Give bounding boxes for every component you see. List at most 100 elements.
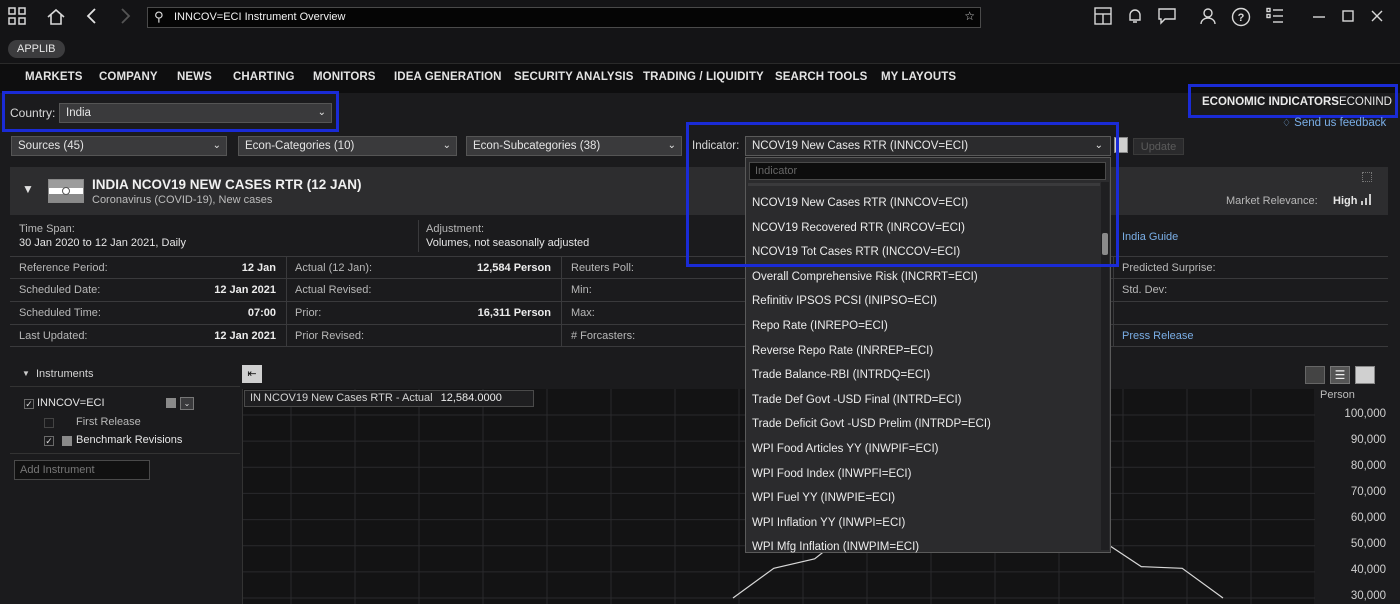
instruments-collapse-icon[interactable]: ▼ (22, 369, 30, 378)
indicator-option[interactable]: Trade Balance-RBI (INTRDQ=ECI) (752, 369, 930, 381)
last-updated-value: 12 Jan 2021 (214, 330, 276, 342)
y-tick-label: 70,000 (1350, 486, 1386, 498)
press-release-link[interactable]: Press Release (1122, 330, 1194, 342)
highlight-country (2, 91, 339, 132)
chevron-down-icon: ⌄ (667, 140, 676, 151)
indicator-option[interactable]: WPI Inflation YY (INWPI=ECI) (752, 517, 905, 529)
nav-idea-generation[interactable]: IDEA GENERATION (394, 71, 502, 83)
update-button[interactable]: Update (1133, 138, 1184, 155)
chart-view-icon[interactable] (1355, 366, 1375, 384)
back-icon[interactable] (81, 7, 103, 29)
instruments-heading: Instruments (36, 368, 94, 380)
benchmark-color-swatch[interactable] (62, 436, 72, 446)
nav-markets[interactable]: MARKETS (25, 71, 83, 83)
first-release-label: First Release (76, 416, 141, 428)
prior-revised-label: Prior Revised: (295, 330, 365, 342)
predicted-surprise-label: Predicted Surprise: (1122, 262, 1216, 274)
market-relevance-label: Market Relevance: (1226, 195, 1318, 207)
menu-list-icon[interactable] (1264, 7, 1286, 29)
user-profile-icon[interactable] (1197, 7, 1219, 29)
scheduled-time-value: 07:00 (247, 307, 276, 319)
nav-company[interactable]: COMPANY (99, 71, 158, 83)
nav-news[interactable]: NEWS (177, 71, 212, 83)
applib-button[interactable]: APPLIB (8, 40, 65, 58)
command-search-box[interactable]: ⚲ INNCOV=ECI Instrument Overview ☆ (147, 7, 981, 28)
forecasters-label: # Forcasters: (571, 330, 636, 342)
notifications-bell-icon[interactable] (1124, 7, 1146, 29)
nav-trading-liquidity[interactable]: TRADING / LIQUIDITY (643, 71, 764, 83)
econ-subcategories-select[interactable]: Econ-Subcategories (38) ⌄ (466, 136, 682, 156)
adjustment-label: Adjustment: (426, 223, 485, 235)
chevron-down-icon: ⌄ (442, 140, 451, 151)
applib-bar (0, 36, 1400, 64)
collapse-toggle-icon[interactable]: ▼ (22, 182, 34, 196)
nav-monitors[interactable]: MONITORS (313, 71, 376, 83)
reuters-poll-label: Reuters Poll: (571, 262, 634, 274)
benchmark-revisions-label: Benchmark Revisions (76, 434, 183, 446)
nav-security-analysis[interactable]: SECURITY ANALYSIS (514, 71, 634, 83)
feedback-icon: ♢ (1282, 118, 1291, 129)
indicator-option[interactable]: Trade Def Govt -USD Final (INTRD=ECI) (752, 394, 962, 406)
home-icon[interactable] (45, 7, 67, 29)
indicator-option[interactable]: Overall Comprehensive Risk (INCRRT=ECI) (752, 271, 978, 283)
y-tick-label: 90,000 (1350, 434, 1386, 446)
help-icon[interactable]: ? (1230, 7, 1252, 29)
inncov-checkbox[interactable]: ✓ (24, 399, 34, 409)
table-view-icon[interactable]: ☰ (1330, 366, 1350, 384)
add-instrument-input[interactable]: Add Instrument (14, 460, 150, 480)
instrument-ric: INNCOV=ECI (37, 397, 105, 409)
series-options-icon[interactable]: ⌄ (180, 397, 194, 410)
highlight-indicator (686, 122, 1119, 267)
nav-search-tools[interactable]: SEARCH TOOLS (775, 71, 867, 83)
tooltip-series: IN NCOV19 New Cases RTR - Actual (250, 392, 433, 404)
favorite-star-icon[interactable]: ☆ (964, 9, 975, 23)
sources-value: Sources (45) (18, 140, 84, 152)
expand-icon[interactable] (1362, 172, 1372, 182)
indicator-option[interactable]: Repo Rate (INREPO=ECI) (752, 320, 888, 332)
first-release-checkbox[interactable] (44, 418, 54, 428)
econ-subcategories-value: Econ-Subcategories (38) (473, 140, 601, 152)
reference-period-label: Reference Period: (19, 262, 108, 274)
scheduled-date-value: 12 Jan 2021 (214, 284, 276, 296)
messenger-icon[interactable] (1156, 7, 1178, 29)
reference-period-value: 12 Jan (241, 262, 276, 274)
indicator-option[interactable]: WPI Food Index (INWPFI=ECI) (752, 468, 911, 480)
sources-select[interactable]: Sources (45) ⌄ (11, 136, 227, 156)
last-updated-label: Last Updated: (19, 330, 88, 342)
indicator-title: INDIA NCOV19 NEW CASES RTR (12 JAN) (92, 177, 362, 192)
indicator-option[interactable]: WPI Mfg Inflation (INWPIM=ECI) (752, 541, 919, 553)
relevance-bars-icon (1361, 194, 1373, 208)
layout-icon[interactable] (1092, 7, 1114, 29)
tooltip-value: 12,584.0000 (440, 392, 502, 404)
max-label: Max: (571, 307, 595, 319)
india-guide-link[interactable]: India Guide (1122, 231, 1178, 243)
y-tick-label: 100,000 (1344, 408, 1386, 420)
maximize-icon[interactable] (1337, 7, 1359, 29)
indicator-option[interactable]: Reverse Repo Rate (INRREP=ECI) (752, 345, 933, 357)
indicator-option[interactable]: WPI Fuel YY (INWPIE=ECI) (752, 492, 895, 504)
benchmark-revisions-checkbox[interactable]: ✓ (44, 436, 54, 446)
econ-categories-select[interactable]: Econ-Categories (10) ⌄ (238, 136, 457, 156)
forward-icon[interactable] (114, 7, 136, 29)
chart-tooltip: IN NCOV19 New Cases RTR - Actual 12,584.… (244, 390, 534, 407)
y-tick-label: 60,000 (1350, 512, 1386, 524)
minimize-icon[interactable] (1308, 7, 1330, 29)
indicator-option[interactable]: Trade Deficit Govt -USD Prelim (INTRDP=E… (752, 418, 991, 430)
actual-value: 12,584 Person (477, 262, 551, 274)
highlight-app-code (1188, 84, 1398, 118)
nav-my-layouts[interactable]: MY LAYOUTS (881, 71, 956, 83)
indicator-option[interactable]: Refinitiv IPSOS PCSI (INIPSO=ECI) (752, 295, 937, 307)
nav-charting[interactable]: CHARTING (233, 71, 295, 83)
command-text[interactable]: INNCOV=ECI Instrument Overview (174, 11, 345, 23)
actual-revised-label: Actual Revised: (295, 284, 372, 296)
series-color-swatch[interactable] (166, 398, 176, 408)
app-grid-icon[interactable] (6, 7, 28, 29)
collapse-panel-icon[interactable]: ⇤ (242, 365, 262, 383)
y-tick-label: 40,000 (1350, 564, 1386, 576)
indicator-option[interactable]: WPI Food Articles YY (INWPIF=ECI) (752, 443, 939, 455)
feedback-link[interactable]: ♢ Send us feedback (1282, 117, 1386, 129)
chart-type-icon[interactable] (1305, 366, 1325, 384)
india-flag-icon (48, 179, 84, 203)
chevron-down-icon: ⌄ (212, 140, 221, 151)
close-icon[interactable] (1366, 7, 1388, 29)
